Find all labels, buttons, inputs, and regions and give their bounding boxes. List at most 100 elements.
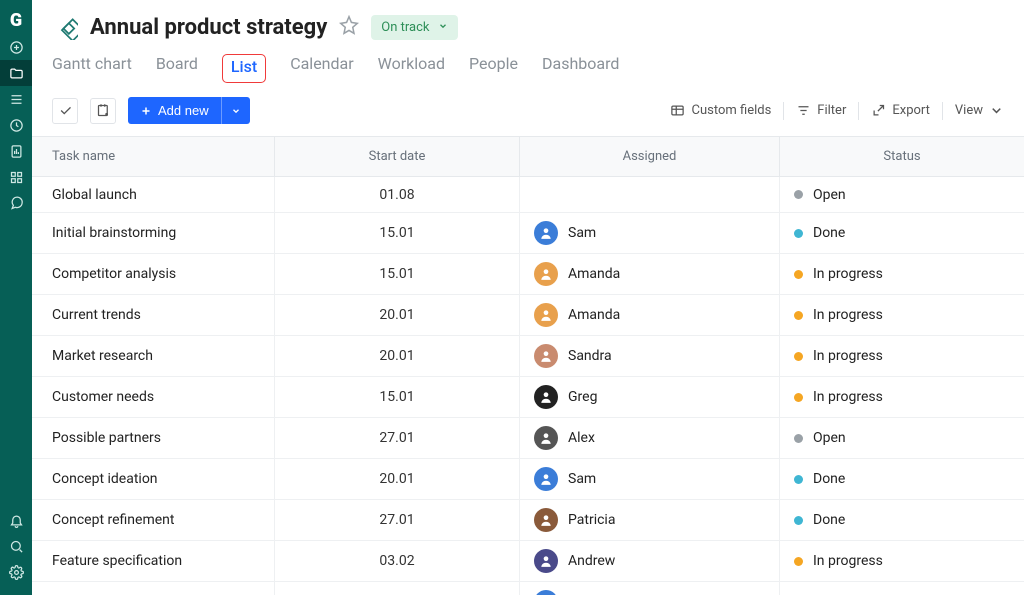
search-icon[interactable]: [0, 533, 32, 559]
cell-task: Concept ideation: [32, 459, 275, 499]
cell-status: In progress: [780, 254, 1024, 294]
col-status[interactable]: Status: [780, 137, 1024, 176]
bell-icon[interactable]: [0, 507, 32, 533]
table-row[interactable]: Possible partners27.01 Alex Open: [32, 418, 1024, 459]
filter-button[interactable]: Filter: [796, 103, 846, 118]
milestone-icon[interactable]: [90, 98, 116, 124]
status-chip-label: On track: [381, 20, 429, 35]
tab-gantt[interactable]: Gantt chart: [52, 54, 132, 83]
add-new-label: Add new: [158, 103, 209, 118]
cell-task: Competitor analysis: [32, 254, 275, 294]
cell-status: Done: [780, 459, 1024, 499]
project-status-chip[interactable]: On track: [371, 15, 457, 40]
gear-icon[interactable]: [0, 559, 32, 585]
cell-assigned: Andrew: [520, 541, 780, 581]
cell-task: Feature specification: [32, 541, 275, 581]
cell-task: Possible partners: [32, 418, 275, 458]
assignee-name: Sandra: [568, 348, 612, 364]
custom-fields-button[interactable]: Custom fields: [670, 103, 771, 118]
cell-task: Current trends: [32, 295, 275, 335]
cell-assigned: Patricia: [520, 500, 780, 540]
cell-start-date: 20.01: [275, 459, 520, 499]
tab-people[interactable]: People: [469, 54, 518, 83]
col-assigned[interactable]: Assigned: [520, 137, 780, 176]
app-logo: G: [0, 6, 32, 34]
tab-board[interactable]: Board: [156, 54, 198, 83]
cell-status: Open: [780, 418, 1024, 458]
status-label: Done: [813, 471, 845, 487]
list-icon[interactable]: [0, 86, 32, 112]
clock-icon[interactable]: [0, 112, 32, 138]
cell-assigned: Alex: [520, 418, 780, 458]
table-row[interactable]: Global launch01.08 Open: [32, 177, 1024, 213]
cell-task: Global launch: [32, 177, 275, 212]
folder-icon[interactable]: [0, 60, 32, 86]
status-dot-icon: [794, 311, 803, 320]
cell-status: Done: [780, 213, 1024, 253]
avatar: [534, 385, 558, 409]
table-row[interactable]: Feedback10.02SamIn progress: [32, 582, 1024, 595]
table-row[interactable]: Feature specification03.02AndrewIn progr…: [32, 541, 1024, 582]
add-new-button[interactable]: Add new: [128, 97, 221, 124]
cell-start-date: 27.01: [275, 500, 520, 540]
cell-start-date: 20.01: [275, 295, 520, 335]
cell-status: Open: [780, 177, 1024, 212]
view-label: View: [955, 103, 983, 118]
view-menu[interactable]: View: [955, 103, 1004, 118]
cell-start-date: 15.01: [275, 377, 520, 417]
status-label: In progress: [813, 553, 883, 569]
chat-icon[interactable]: [0, 190, 32, 216]
col-start[interactable]: Start date: [275, 137, 520, 176]
cell-status: In progress: [780, 541, 1024, 581]
status-dot-icon: [794, 475, 803, 484]
page-title: Annual product strategy: [90, 15, 327, 40]
col-task[interactable]: Task name: [32, 137, 275, 176]
tab-dashboard[interactable]: Dashboard: [542, 54, 619, 83]
avatar: [534, 426, 558, 450]
cell-status: In progress: [780, 295, 1024, 335]
table-row[interactable]: Market research20.01SandraIn progress: [32, 336, 1024, 377]
tab-list[interactable]: List: [222, 54, 266, 83]
cell-task: Feedback: [32, 582, 275, 595]
export-label: Export: [892, 103, 930, 118]
cell-task: Initial brainstorming: [32, 213, 275, 253]
cell-start-date: 20.01: [275, 336, 520, 376]
table-row[interactable]: Competitor analysis15.01AmandaIn progres…: [32, 254, 1024, 295]
table-row[interactable]: Concept refinement27.01 Patricia Done: [32, 500, 1024, 541]
status-label: In progress: [813, 348, 883, 364]
assignee-name: Alex: [568, 430, 595, 446]
assignee-name: Amanda: [568, 307, 620, 323]
cell-start-date: 01.08: [275, 177, 520, 212]
tab-calendar[interactable]: Calendar: [290, 54, 353, 83]
table-row[interactable]: Concept ideation20.01SamDone: [32, 459, 1024, 500]
report-icon[interactable]: [0, 138, 32, 164]
cell-start-date: 15.01: [275, 213, 520, 253]
task-table: Task name Start date Assigned Status Glo…: [32, 136, 1024, 595]
select-all-checkbox[interactable]: [52, 98, 78, 124]
table-row[interactable]: Customer needs15.01GregIn progress: [32, 377, 1024, 418]
tab-workload[interactable]: Workload: [378, 54, 445, 83]
avatar: [534, 549, 558, 573]
table-row[interactable]: Initial brainstorming15.01SamDone: [32, 213, 1024, 254]
status-dot-icon: [794, 434, 803, 443]
cell-status: Done: [780, 500, 1024, 540]
cell-status: In progress: [780, 582, 1024, 595]
cell-task: Concept refinement: [32, 500, 275, 540]
export-button[interactable]: Export: [871, 103, 930, 118]
view-tabs: Gantt chart Board List Calendar Workload Peop…: [52, 54, 1004, 83]
star-icon[interactable]: [339, 15, 359, 39]
add-new-dropdown[interactable]: [221, 97, 250, 124]
table-row[interactable]: Current trends20.01 Amanda In progress: [32, 295, 1024, 336]
status-dot-icon: [794, 352, 803, 361]
table-body: Global launch01.08OpenInitial brainstorm…: [32, 177, 1024, 595]
add-icon[interactable]: [0, 34, 32, 60]
apps-icon[interactable]: [0, 164, 32, 190]
custom-fields-label: Custom fields: [691, 103, 771, 118]
assignee-name: Patricia: [568, 512, 615, 528]
avatar: [534, 303, 558, 327]
cell-start-date: 27.01: [275, 418, 520, 458]
cell-assigned: Sam: [520, 213, 780, 253]
separator: [783, 102, 784, 120]
status-dot-icon: [794, 190, 803, 199]
project-diamond-icon: [52, 14, 78, 40]
